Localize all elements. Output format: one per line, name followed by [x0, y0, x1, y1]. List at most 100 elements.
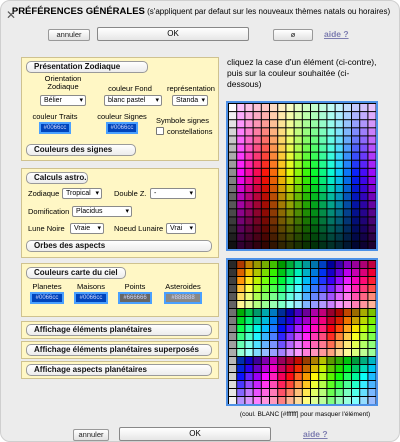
planetes-swatch[interactable]: #0066cc — [30, 292, 64, 304]
color-swatch[interactable] — [278, 112, 286, 120]
color-swatch[interactable] — [294, 185, 302, 193]
color-swatch[interactable] — [335, 349, 343, 356]
color-swatch[interactable] — [270, 168, 278, 176]
color-swatch[interactable] — [327, 104, 335, 112]
color-swatch[interactable] — [368, 277, 376, 284]
color-swatch[interactable] — [294, 144, 302, 152]
color-swatch[interactable] — [237, 301, 245, 308]
color-swatch[interactable] — [311, 373, 319, 380]
color-swatch[interactable] — [270, 373, 278, 380]
color-swatch[interactable] — [286, 397, 294, 404]
color-swatch[interactable] — [335, 160, 343, 168]
couleur-fond-select[interactable]: blanc pastel ▾ — [104, 95, 162, 106]
color-swatch[interactable] — [294, 160, 302, 168]
color-swatch[interactable] — [343, 317, 351, 324]
color-swatch[interactable] — [368, 357, 376, 364]
color-swatch[interactable] — [335, 128, 343, 136]
color-swatch[interactable] — [278, 333, 286, 340]
color-swatch[interactable] — [311, 136, 319, 144]
color-swatch[interactable] — [368, 217, 376, 225]
color-swatch[interactable] — [319, 309, 327, 316]
color-swatch[interactable] — [327, 293, 335, 300]
color-swatch[interactable] — [368, 389, 376, 396]
color-swatch[interactable] — [311, 152, 319, 160]
color-swatch[interactable] — [368, 301, 376, 308]
color-swatch[interactable] — [286, 112, 294, 120]
color-swatch[interactable] — [253, 233, 261, 241]
color-swatch[interactable] — [261, 193, 269, 201]
color-swatch[interactable] — [360, 333, 368, 340]
color-swatch[interactable] — [261, 357, 269, 364]
color-swatch[interactable] — [278, 277, 286, 284]
color-swatch[interactable] — [360, 176, 368, 184]
color-swatch[interactable] — [368, 112, 376, 120]
noeud-lunaire-select[interactable]: Vrai ▾ — [166, 223, 196, 234]
color-swatch[interactable] — [270, 261, 278, 268]
color-swatch[interactable] — [311, 317, 319, 324]
color-swatch[interactable] — [319, 193, 327, 201]
color-swatch[interactable] — [286, 269, 294, 276]
color-swatch[interactable] — [327, 333, 335, 340]
color-swatch[interactable] — [229, 357, 237, 364]
color-swatch[interactable] — [294, 309, 302, 316]
color-swatch[interactable] — [261, 144, 269, 152]
color-swatch[interactable] — [261, 128, 269, 136]
color-swatch[interactable] — [294, 269, 302, 276]
color-swatch[interactable] — [352, 397, 360, 404]
color-swatch[interactable] — [352, 209, 360, 217]
color-swatch[interactable] — [253, 373, 261, 380]
color-swatch[interactable] — [270, 152, 278, 160]
color-swatch[interactable] — [352, 381, 360, 388]
color-swatch[interactable] — [270, 112, 278, 120]
color-swatch[interactable] — [368, 397, 376, 404]
color-swatch[interactable] — [261, 269, 269, 276]
color-swatch[interactable] — [278, 269, 286, 276]
color-swatch[interactable] — [335, 136, 343, 144]
color-swatch[interactable] — [278, 168, 286, 176]
color-swatch[interactable] — [335, 325, 343, 332]
color-swatch[interactable] — [360, 277, 368, 284]
color-swatch[interactable] — [286, 381, 294, 388]
color-swatch[interactable] — [229, 209, 237, 217]
color-swatch[interactable] — [253, 136, 261, 144]
color-swatch[interactable] — [261, 152, 269, 160]
color-swatch[interactable] — [278, 349, 286, 356]
color-swatch[interactable] — [368, 349, 376, 356]
color-swatch[interactable] — [245, 201, 253, 209]
color-swatch[interactable] — [352, 193, 360, 201]
color-swatch[interactable] — [270, 209, 278, 217]
color-swatch[interactable] — [278, 373, 286, 380]
color-swatch[interactable] — [352, 112, 360, 120]
color-swatch[interactable] — [270, 349, 278, 356]
color-swatch[interactable] — [352, 341, 360, 348]
color-swatch[interactable] — [261, 176, 269, 184]
color-swatch[interactable] — [270, 397, 278, 404]
color-swatch[interactable] — [270, 128, 278, 136]
color-swatch[interactable] — [302, 241, 310, 249]
color-swatch[interactable] — [245, 104, 253, 112]
color-swatch[interactable] — [335, 168, 343, 176]
color-swatch[interactable] — [286, 201, 294, 209]
color-swatch[interactable] — [319, 144, 327, 152]
color-swatch[interactable] — [319, 325, 327, 332]
color-swatch[interactable] — [278, 120, 286, 128]
color-swatch[interactable] — [253, 168, 261, 176]
color-swatch[interactable] — [261, 160, 269, 168]
color-swatch[interactable] — [302, 104, 310, 112]
color-swatch[interactable] — [335, 185, 343, 193]
color-swatch[interactable] — [319, 397, 327, 404]
color-swatch[interactable] — [343, 233, 351, 241]
color-swatch[interactable] — [237, 293, 245, 300]
color-swatch[interactable] — [270, 185, 278, 193]
color-swatch[interactable] — [270, 217, 278, 225]
color-swatch[interactable] — [270, 293, 278, 300]
color-swatch[interactable] — [278, 365, 286, 372]
color-swatch[interactable] — [270, 201, 278, 209]
color-swatch[interactable] — [245, 277, 253, 284]
color-swatch[interactable] — [327, 397, 335, 404]
color-swatch[interactable] — [335, 333, 343, 340]
color-swatch[interactable] — [253, 333, 261, 340]
color-swatch[interactable] — [327, 301, 335, 308]
color-swatch[interactable] — [245, 144, 253, 152]
color-swatch[interactable] — [352, 293, 360, 300]
